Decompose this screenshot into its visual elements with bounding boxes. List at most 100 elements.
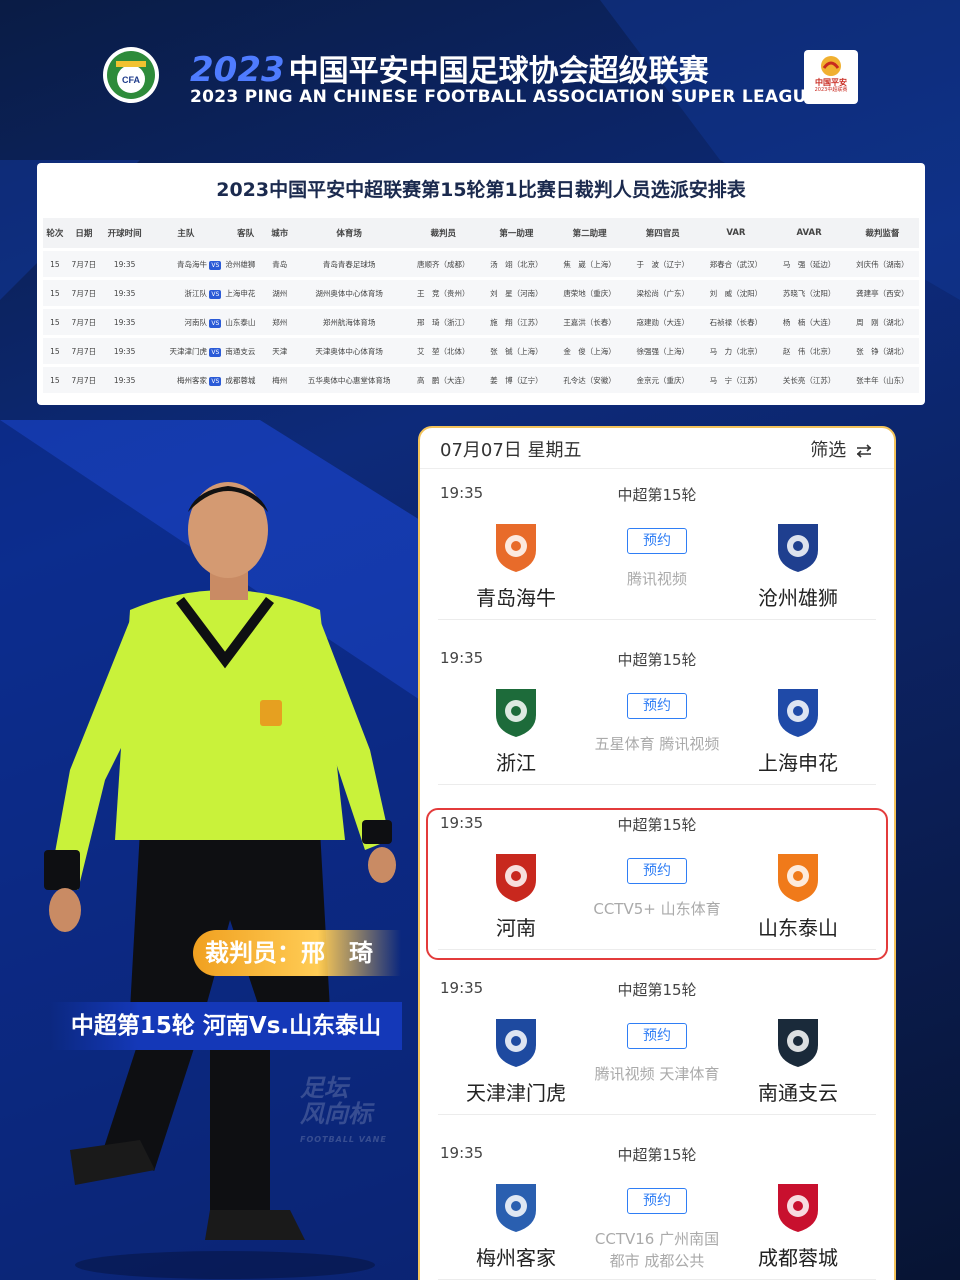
table-cell-round: 15 bbox=[43, 338, 67, 364]
table-cell-time: 19:35 bbox=[100, 338, 149, 364]
table-cell-referee: 高 鹏（大连） bbox=[406, 367, 480, 393]
table-cell-ar2: 唐荣地（重庆） bbox=[552, 280, 627, 306]
match-item[interactable]: 19:35 中超第15轮 预约 腾讯视频 青岛海牛 沧州雄狮 bbox=[438, 470, 876, 620]
table-cell-ar1: 张 铖（上海） bbox=[479, 338, 553, 364]
table-cell-date: 7月7日 bbox=[66, 280, 101, 306]
table-cell-home: 天津津门虎 VS bbox=[148, 338, 224, 364]
vs-badge: VS bbox=[209, 260, 222, 270]
away-team-logo-icon bbox=[770, 1178, 826, 1234]
match-item[interactable]: 19:35 中超第15轮 预约 腾讯视频 天津体育 天津津门虎 南通支云 bbox=[438, 965, 876, 1115]
table-row: 15 7月7日 19:35 河南队 VS 山东泰山 郑州 郑州航海体育场邢 琦（浙江）施 翔… bbox=[43, 309, 919, 335]
table-cell-ar2: 王嘉洪（长春） bbox=[552, 309, 627, 335]
table-cell-stadium: 湖州奥体中心体育场 bbox=[291, 280, 407, 306]
match-round: 中超第15轮 bbox=[617, 651, 697, 669]
table-cell-ar1: 姜 博（辽宁） bbox=[479, 367, 553, 393]
away-team-logo-icon bbox=[770, 518, 826, 574]
col-header: 客队 bbox=[223, 218, 268, 248]
table-cell-avar: 赵 伟（北京） bbox=[772, 338, 846, 364]
csl-logo-text: 中国平安 bbox=[815, 78, 847, 87]
table-row: 15 7月7日 19:35 浙江队 VS 上海申花 湖州 湖州奥体中心体育场王 竞（贵州）刘… bbox=[43, 280, 919, 306]
vs-badge: VS bbox=[209, 347, 222, 357]
home-team-name: 青岛海牛 bbox=[476, 586, 556, 610]
vs-badge: VS bbox=[209, 318, 222, 328]
table-cell-round: 15 bbox=[43, 367, 67, 393]
table-cell-city: 郑州 bbox=[267, 309, 292, 335]
table-cell-ar1: 施 翔（江苏） bbox=[479, 309, 553, 335]
table-cell-var: 郑春合（武汉） bbox=[699, 251, 773, 277]
watermark-line2: 风向标 bbox=[300, 1100, 372, 1128]
table-cell-fourth: 于 波（辽宁） bbox=[626, 251, 700, 277]
reserve-button[interactable]: 预约 bbox=[627, 1188, 687, 1214]
table-cell-stadium: 青岛青春足球场 bbox=[291, 251, 407, 277]
watermark-sub: FOOTBALL VANE bbox=[300, 1135, 387, 1144]
col-header: 第二助理 bbox=[552, 218, 627, 248]
table-cell-var: 马 力（北京） bbox=[699, 338, 773, 364]
away-team-name: 上海申花 bbox=[758, 751, 838, 775]
col-header: 主队 bbox=[148, 218, 224, 248]
league-year: 2023 bbox=[190, 50, 285, 90]
referee-name-badge: 裁判员：邢 琦 bbox=[193, 930, 401, 976]
table-cell-avar: 关长亮（江苏） bbox=[772, 367, 846, 393]
table-cell-round: 15 bbox=[43, 251, 67, 277]
table-row: 15 7月7日 19:35 梅州客家 VS 成都蓉城 梅州 五华奥体中心惠堂体育场高 鹏（大… bbox=[43, 367, 919, 393]
col-header: 第四官员 bbox=[626, 218, 700, 248]
home-team-logo-icon bbox=[488, 1178, 544, 1234]
header: CFA 2023 中国平安中国足球协会超级联赛 2023 PING AN CHIN… bbox=[0, 0, 960, 150]
match-item[interactable]: 19:35 中超第15轮 预约 CCTV16 广州南国都市 成都公共 梅州客家 成都蓉城 bbox=[438, 1130, 876, 1280]
match-round: 中超第15轮 bbox=[617, 981, 697, 999]
table-cell-referee: 王 竞（贵州） bbox=[406, 280, 480, 306]
schedule-divider bbox=[420, 468, 894, 469]
col-header: 轮次 bbox=[43, 218, 67, 248]
table-cell-away: 沧州雄狮 bbox=[223, 251, 268, 277]
vs-badge: VS bbox=[209, 289, 222, 299]
table-cell-fourth: 徐强强（上海） bbox=[626, 338, 700, 364]
reserve-button[interactable]: 预约 bbox=[627, 693, 687, 719]
league-title-cn: 2023 中国平安中国足球协会超级联赛 bbox=[190, 46, 709, 90]
filter-button[interactable]: 筛选 bbox=[810, 436, 872, 462]
home-team-name: 浙江 bbox=[496, 751, 536, 775]
home-team-name: 天津津门虎 bbox=[466, 1081, 566, 1105]
away-team-logo-icon bbox=[770, 1013, 826, 1069]
schedule-date: 07月07日 星期五 bbox=[440, 440, 582, 461]
table-cell-fourth: 金京元（重庆） bbox=[626, 367, 700, 393]
highlighted-match-frame bbox=[426, 808, 888, 960]
watermark: 足坛 风向标 FOOTBALL VANE bbox=[300, 1075, 420, 1153]
table-cell-referee: 唐顺齐（成都） bbox=[406, 251, 480, 277]
table-cell-fourth: 梁松尚（广东） bbox=[626, 280, 700, 306]
table-cell-stadium: 郑州航海体育场 bbox=[291, 309, 407, 335]
broadcast-channels: 五星体育 腾讯视频 bbox=[594, 735, 720, 753]
table-cell-round: 15 bbox=[43, 280, 67, 306]
broadcast-channels: CCTV16 广州南国都市 成都公共 bbox=[594, 1230, 720, 1270]
table-cell-ar2: 孔令达（安徽） bbox=[552, 367, 627, 393]
table-row: 15 7月7日 19:35 青岛海牛 VS 沧州雄狮 青岛 青岛青春足球场 唐顺齐（成都）汤 … bbox=[43, 251, 919, 277]
col-header: 日期 bbox=[66, 218, 101, 248]
match-item[interactable]: 19:35 中超第15轮 预约 五星体育 腾讯视频 浙江 上海申花 bbox=[438, 635, 876, 785]
home-team: 浙江队 bbox=[184, 288, 208, 298]
table-cell-supervisor: 张丰年（山东） bbox=[845, 367, 919, 393]
svg-text:CFA: CFA bbox=[122, 75, 141, 85]
table-cell-date: 7月7日 bbox=[66, 367, 101, 393]
home-team-logo-icon bbox=[488, 518, 544, 574]
referee-table: 轮次 日期 开球时间 主队 客队 城市 体育场 裁判员 第一助理 第二助理 第四… bbox=[43, 215, 919, 396]
reserve-button[interactable]: 预约 bbox=[627, 1023, 687, 1049]
filter-label: 筛选 bbox=[810, 440, 847, 461]
table-cell-city: 青岛 bbox=[267, 251, 292, 277]
table-cell-ar1: 汤 翊（北京） bbox=[479, 251, 553, 277]
home-team: 青岛海牛 bbox=[177, 259, 208, 269]
home-team-logo-icon bbox=[488, 683, 544, 739]
table-cell-date: 7月7日 bbox=[66, 251, 101, 277]
referee-table-card: 2023中国平安中超联赛第15轮第1比赛日裁判人员选派安排表 轮次 日期 开球时… bbox=[37, 163, 925, 405]
home-team: 河南队 bbox=[184, 317, 208, 327]
schedule-header: 07月07日 星期五 筛选 bbox=[420, 428, 894, 468]
table-cell-away: 上海申花 bbox=[223, 280, 268, 306]
col-header: 第一助理 bbox=[479, 218, 553, 248]
table-cell-away: 山东泰山 bbox=[223, 309, 268, 335]
table-cell-avar: 马 强（延边） bbox=[772, 251, 846, 277]
broadcast-channels: 腾讯视频 bbox=[626, 570, 687, 588]
csl-emblem-icon bbox=[821, 56, 841, 76]
reserve-button[interactable]: 预约 bbox=[627, 528, 687, 554]
table-row: 15 7月7日 19:35 天津津门虎 VS 南通支云 天津 天津奥体中心体育场艾 堃（北体… bbox=[43, 338, 919, 364]
col-header: AVAR bbox=[772, 218, 846, 248]
table-cell-var: 刘 威（沈阳） bbox=[699, 280, 773, 306]
col-header: 裁判员 bbox=[406, 218, 480, 248]
